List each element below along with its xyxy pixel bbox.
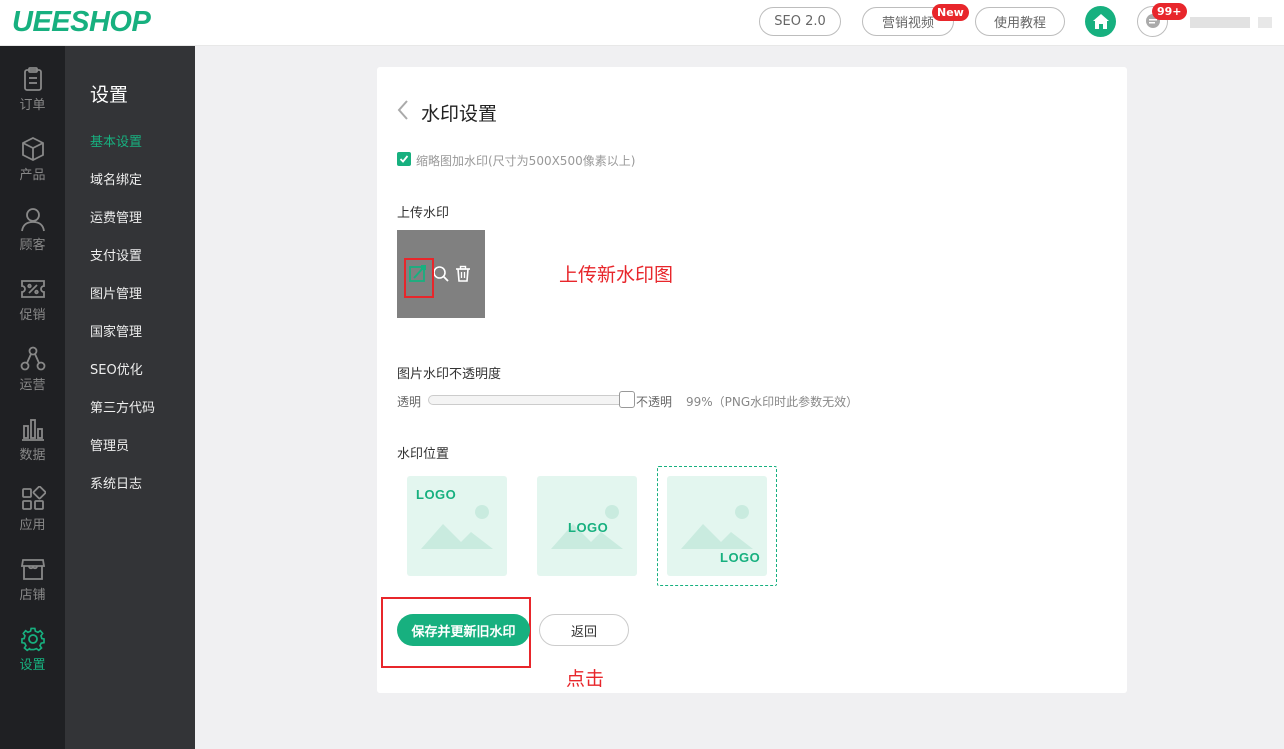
rail-item-operations[interactable]: 运营 (0, 326, 65, 396)
click-annotation: 点击 (566, 668, 605, 690)
rail-label: 店铺 (19, 588, 46, 603)
rail-item-products[interactable]: 产品 (0, 116, 65, 186)
brand-logo[interactable]: UEESHOP (12, 6, 151, 39)
zoom-icon[interactable] (432, 265, 450, 283)
position-option-top-left[interactable]: LOGO (407, 476, 507, 576)
rail-label: 应用 (19, 518, 46, 533)
settings-sidebar: 设置 基本设置 域名绑定 运费管理 支付设置 图片管理 国家管理 SEO优化 第… (65, 46, 195, 749)
page-title: 水印设置 (421, 103, 498, 125)
sidebar-item-seo[interactable]: SEO优化 (90, 359, 143, 378)
rail-item-settings[interactable]: 设置 (0, 606, 65, 676)
position-option-center[interactable]: LOGO (537, 476, 637, 576)
opacity-slider-handle[interactable] (619, 391, 635, 408)
thumbnail-watermark-checkbox[interactable] (397, 152, 411, 166)
upload-watermark-label: 上传水印 (397, 206, 450, 221)
sidebar-item-system-log[interactable]: 系统日志 (90, 473, 142, 492)
user-dropdown[interactable] (1258, 17, 1272, 28)
sidebar-item-shipping[interactable]: 运费管理 (90, 207, 142, 226)
upload-annotation: 上传新水印图 (559, 264, 674, 286)
position-label: 水印位置 (397, 447, 450, 462)
percent-ticket-icon (20, 280, 45, 298)
save-and-update-button[interactable]: 保存并更新旧水印 (397, 614, 530, 646)
box-icon (21, 136, 44, 162)
tutorial-button[interactable]: 使用教程 (975, 7, 1065, 36)
rail-label: 订单 (19, 98, 46, 113)
rail-label: 设置 (19, 658, 46, 673)
opacity-value: 99%（PNG水印时此参数无效） (686, 395, 859, 409)
rail-label: 产品 (19, 168, 46, 183)
gear-icon (20, 627, 45, 652)
logo-text: LOGO (720, 550, 761, 565)
back-button[interactable]: 返回 (539, 614, 629, 646)
rail-item-customers[interactable]: 顾客 (0, 186, 65, 256)
logo-text: LOGO (416, 487, 457, 502)
rail-item-data[interactable]: 数据 (0, 396, 65, 466)
main-nav-rail: 订单 产品 顾客 促销 运营 数据 应用 店铺 设置 (0, 46, 65, 749)
opacity-max-label: 不透明 (636, 395, 673, 409)
rail-item-promotions[interactable]: 促销 (0, 256, 65, 326)
top-bar: UEESHOP SEO 2.0 营销视频 New 使用教程 99+ (0, 0, 1284, 46)
rail-item-apps[interactable]: 应用 (0, 466, 65, 536)
sidebar-item-basic-settings[interactable]: 基本设置 (90, 131, 142, 150)
user-icon (20, 208, 45, 232)
position-option-bottom-right[interactable]: LOGO (667, 476, 767, 576)
rail-label: 运营 (19, 378, 46, 393)
home-icon (1092, 14, 1109, 29)
delete-icon[interactable] (454, 265, 472, 283)
opacity-min-label: 透明 (397, 395, 422, 409)
apps-icon (21, 486, 46, 510)
sidebar-item-images[interactable]: 图片管理 (90, 283, 142, 302)
rail-label: 顾客 (19, 238, 46, 253)
sidebar-item-countries[interactable]: 国家管理 (90, 321, 142, 340)
sidebar-item-domain[interactable]: 域名绑定 (90, 169, 142, 188)
logo-text: LOGO (568, 520, 609, 535)
seo-button[interactable]: SEO 2.0 (759, 7, 841, 36)
rail-label: 促销 (19, 308, 46, 323)
checkmark-icon (399, 155, 409, 163)
sidebar-title: 设置 (90, 84, 129, 106)
rail-label: 数据 (19, 448, 46, 463)
network-icon (20, 346, 45, 371)
rail-item-store[interactable]: 店铺 (0, 536, 65, 606)
home-button[interactable] (1085, 6, 1116, 37)
sidebar-item-admins[interactable]: 管理员 (90, 435, 129, 454)
thumbnail-watermark-label: 缩略图加水印(尺寸为500X500像素以上) (416, 154, 636, 168)
opacity-label: 图片水印不透明度 (397, 367, 502, 382)
new-badge: New (932, 4, 969, 21)
rail-item-orders[interactable]: 订单 (0, 46, 65, 116)
sidebar-item-third-party-code[interactable]: 第三方代码 (90, 397, 155, 416)
back-arrow-icon[interactable] (396, 99, 410, 121)
store-icon (20, 559, 45, 580)
message-count-badge: 99+ (1152, 3, 1187, 20)
sidebar-item-payment[interactable]: 支付设置 (90, 245, 142, 264)
bar-chart-icon (21, 419, 44, 441)
opacity-slider-track[interactable] (428, 395, 628, 405)
user-name-redacted[interactable] (1190, 17, 1250, 28)
upload-highlight-box (404, 258, 434, 298)
clipboard-icon (23, 67, 42, 91)
